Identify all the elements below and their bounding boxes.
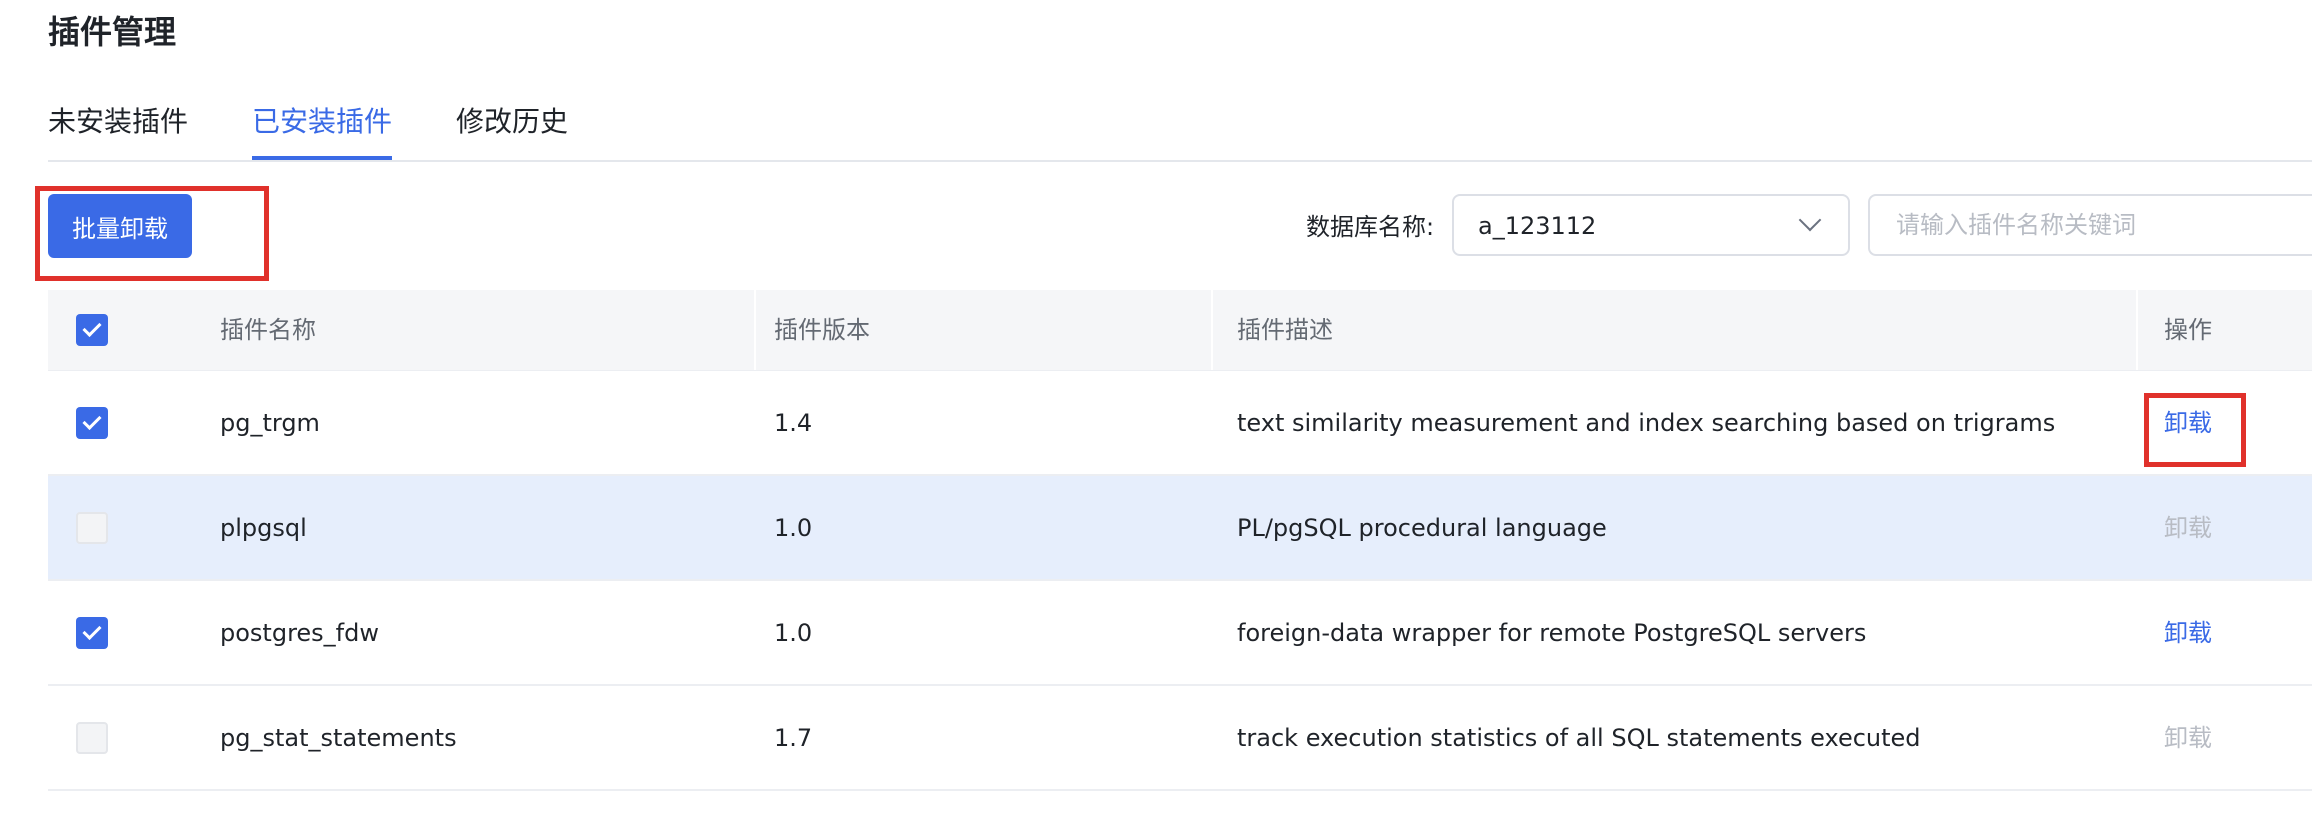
table-header: 插件名称 插件版本 插件描述 操作 [48,290,2312,371]
table-row: postgres_fdw 1.0 foreign-data wrapper fo… [48,581,2312,686]
table-row: pg_trgm 1.4 text similarity measurement … [48,371,2312,476]
column-header-version: 插件版本 [774,316,870,344]
tab-installed[interactable]: 已安装插件 [252,96,393,160]
uninstall-link[interactable]: 卸载 [2164,686,2212,790]
database-name-label: 数据库名称: [1306,213,1435,241]
tab-bar: 未安装插件 已安装插件 修改历史 [48,96,2312,162]
plugin-description: PL/pgSQL procedural language [1237,514,1607,542]
column-header-name: 插件名称 [220,316,316,344]
batch-uninstall-button[interactable]: 批量卸载 [48,194,192,258]
row-checkbox[interactable] [76,722,108,754]
database-select-value: a_123112 [1478,212,1597,240]
plugin-version: 1.0 [774,619,813,647]
plugin-description: text similarity measurement and index se… [1237,409,2056,437]
plugin-version: 1.7 [774,724,813,752]
column-header-description: 插件描述 [1237,316,1333,344]
column-divider [1211,290,1213,370]
plugin-version: 1.0 [774,514,813,542]
plugin-search-input[interactable] [1868,194,2312,256]
tab-not-installed[interactable]: 未安装插件 [48,96,188,158]
plugin-version: 1.4 [774,409,813,437]
page-title: 插件管理 [48,13,177,51]
table-row: pg_stat_statements 1.7 track execution s… [48,686,2312,791]
column-header-action: 操作 [2164,316,2212,344]
column-divider [754,290,756,370]
plugin-table: 插件名称 插件版本 插件描述 操作 pg_trgm 1.4 text simil… [48,290,2312,791]
plugin-description: foreign-data wrapper for remote PostgreS… [1237,619,1867,647]
uninstall-link[interactable]: 卸载 [2164,581,2212,685]
uninstall-link[interactable]: 卸载 [2164,371,2212,475]
plugin-name: postgres_fdw [220,619,379,647]
row-checkbox[interactable] [76,617,108,649]
row-checkbox[interactable] [76,512,108,544]
plugin-name: pg_stat_statements [220,724,457,752]
plugin-management-page: 插件管理 未安装插件 已安装插件 修改历史 批量卸载 数据库名称: a_1231… [0,0,2312,828]
plugin-description: track execution statistics of all SQL st… [1237,724,1921,752]
select-all-checkbox[interactable] [76,314,108,346]
plugin-name: pg_trgm [220,409,320,437]
chevron-down-icon [1798,208,1822,232]
plugin-name: plpgsql [220,514,307,542]
column-divider [2136,290,2138,370]
database-select[interactable]: a_123112 [1452,194,1850,256]
table-row: plpgsql 1.0 PL/pgSQL procedural language… [48,476,2312,581]
tab-history[interactable]: 修改历史 [456,96,568,158]
uninstall-link[interactable]: 卸载 [2164,476,2212,580]
row-checkbox[interactable] [76,407,108,439]
